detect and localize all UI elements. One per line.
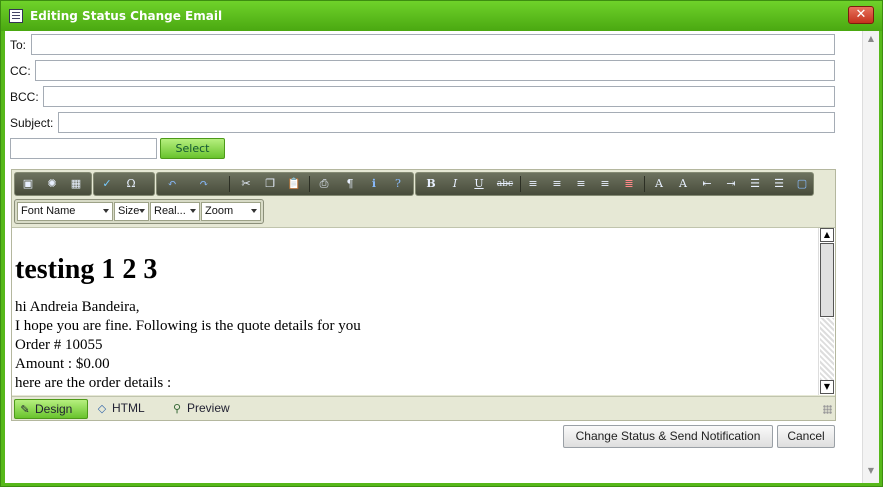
subject-input[interactable]: [58, 112, 835, 133]
toolbar-dropdowns: Font Name Size Real... Zoom: [14, 199, 264, 224]
to-label: To:: [10, 38, 27, 52]
change-status-send-button[interactable]: Change Status & Send Notification: [563, 425, 773, 448]
copy-icon[interactable]: ❐: [261, 176, 279, 192]
zoom-dropdown[interactable]: Zoom: [201, 202, 261, 221]
insert-image-icon[interactable]: ▣: [19, 176, 37, 192]
align-left-icon[interactable]: ≡: [524, 176, 542, 192]
unordered-list-icon[interactable]: ☰: [770, 176, 788, 192]
rich-text-editor: ▣ ✺ ▦ ✓ Ω ↶ ↷ ✂ ❐ 📋 ⎙ ¶ ℹ ? B I U abc ≡ …: [11, 169, 836, 421]
font-size-dropdown[interactable]: Size: [114, 202, 149, 221]
underline-icon[interactable]: U: [470, 176, 488, 192]
info-icon[interactable]: ℹ: [365, 176, 383, 192]
to-input[interactable]: [31, 34, 835, 55]
insert-media-icon[interactable]: ✺: [43, 176, 61, 192]
email-heading: testing 1 2 3: [15, 254, 158, 285]
module-manager-icon[interactable]: ▢: [793, 176, 811, 192]
help-icon[interactable]: ?: [389, 176, 407, 192]
ordered-list-icon[interactable]: ☰: [746, 176, 764, 192]
email-line: Amount : $0.00: [15, 356, 110, 372]
spellcheck-icon[interactable]: ✓: [98, 176, 116, 192]
horizontal-rule-icon[interactable]: ≣: [620, 176, 638, 192]
cut-icon[interactable]: ✂: [237, 176, 255, 192]
strikethrough-icon[interactable]: abc: [494, 176, 516, 192]
title-bar[interactable]: Editing Status Change Email ✕: [1, 1, 882, 31]
preview-mode-tab[interactable]: ⚲ Preview: [168, 399, 248, 419]
print-icon[interactable]: ⎙: [315, 176, 333, 192]
scroll-up-icon[interactable]: ▲: [820, 228, 834, 242]
scroll-up-icon[interactable]: ▲: [865, 33, 877, 45]
email-line: Order # 10055: [15, 337, 103, 353]
select-button[interactable]: Select: [160, 138, 225, 159]
chevron-down-icon: [251, 209, 257, 213]
outdent-icon[interactable]: ⇤: [698, 176, 716, 192]
email-line: hi Andreia Bandeira,: [15, 299, 140, 315]
chevron-down-icon: [103, 209, 109, 213]
real-font-size-dropdown[interactable]: Real...: [150, 202, 200, 221]
cc-input[interactable]: [35, 60, 835, 81]
document-icon: [9, 9, 23, 23]
toolbar-group-format: B I U abc ≡ ≡ ≡ ≡ ≣ A A ⇤ ⇥ ☰ ☰ ▢: [415, 172, 814, 196]
bcc-input[interactable]: [43, 86, 835, 107]
toolbar-group-edit: ↶ ↷ ✂ ❐ 📋 ⎙ ¶ ℹ ?: [156, 172, 414, 196]
scroll-thumb[interactable]: [820, 243, 834, 317]
insert-table-icon[interactable]: ▦: [67, 176, 85, 192]
email-line: here are the order details :: [15, 375, 172, 391]
italic-icon[interactable]: I: [446, 176, 464, 192]
pencil-icon: ✎: [20, 404, 30, 416]
cc-label: CC:: [10, 64, 31, 78]
close-button[interactable]: ✕: [848, 6, 874, 24]
indent-icon[interactable]: ⇥: [722, 176, 740, 192]
font-name-dropdown[interactable]: Font Name: [17, 202, 113, 221]
dialog-body: ▲ ▼ To: CC: BCC: Subject: Select ▣ ✺ ▦ ✓…: [5, 31, 879, 483]
email-document: testing 1 2 3 hi Andreia Bandeira, I hop…: [15, 228, 815, 393]
format-stripper-icon[interactable]: A: [674, 176, 692, 192]
bcc-label: BCC:: [10, 90, 39, 104]
dialog-window: Editing Status Change Email ✕ ▲ ▼ To: CC…: [0, 0, 883, 487]
editor-scrollbar[interactable]: ▲ ▼: [818, 228, 835, 395]
template-input[interactable]: [10, 138, 157, 159]
align-center-icon[interactable]: ≡: [548, 176, 566, 192]
html-mode-tab[interactable]: ◇ HTML: [93, 399, 157, 419]
chevron-down-icon: [139, 209, 145, 213]
special-char-icon[interactable]: Ω: [122, 176, 140, 192]
paragraph-icon[interactable]: ¶: [341, 176, 359, 192]
dialog-scrollbar[interactable]: ▲ ▼: [862, 31, 879, 483]
clear-format-icon[interactable]: A: [650, 176, 668, 192]
align-right-icon[interactable]: ≡: [572, 176, 590, 192]
chevron-down-icon: [190, 209, 196, 213]
dialog-title: Editing Status Change Email: [30, 9, 223, 23]
magnifier-icon: ⚲: [172, 403, 182, 415]
redo-icon[interactable]: ↷: [195, 176, 213, 192]
subject-label: Subject:: [10, 116, 54, 130]
code-icon: ◇: [97, 403, 107, 415]
resize-grip-icon[interactable]: [823, 405, 832, 414]
toolbar-group-tools: ✓ Ω: [93, 172, 155, 196]
undo-icon[interactable]: ↶: [163, 176, 181, 192]
paste-icon[interactable]: 📋: [285, 176, 303, 192]
design-mode-tab[interactable]: ✎ Design: [14, 399, 88, 419]
cancel-button[interactable]: Cancel: [777, 425, 835, 448]
justify-icon[interactable]: ≡: [596, 176, 614, 192]
bold-icon[interactable]: B: [422, 176, 440, 192]
editor-mode-bar: ✎ Design ◇ HTML ⚲ Preview: [12, 396, 835, 420]
scroll-down-icon[interactable]: ▼: [865, 465, 877, 477]
editor-content-area[interactable]: testing 1 2 3 hi Andreia Bandeira, I hop…: [12, 227, 835, 395]
toolbar-group-insert: ▣ ✺ ▦: [14, 172, 92, 196]
email-line: I hope you are fine. Following is the qu…: [15, 318, 361, 334]
scroll-down-icon[interactable]: ▼: [820, 380, 834, 394]
